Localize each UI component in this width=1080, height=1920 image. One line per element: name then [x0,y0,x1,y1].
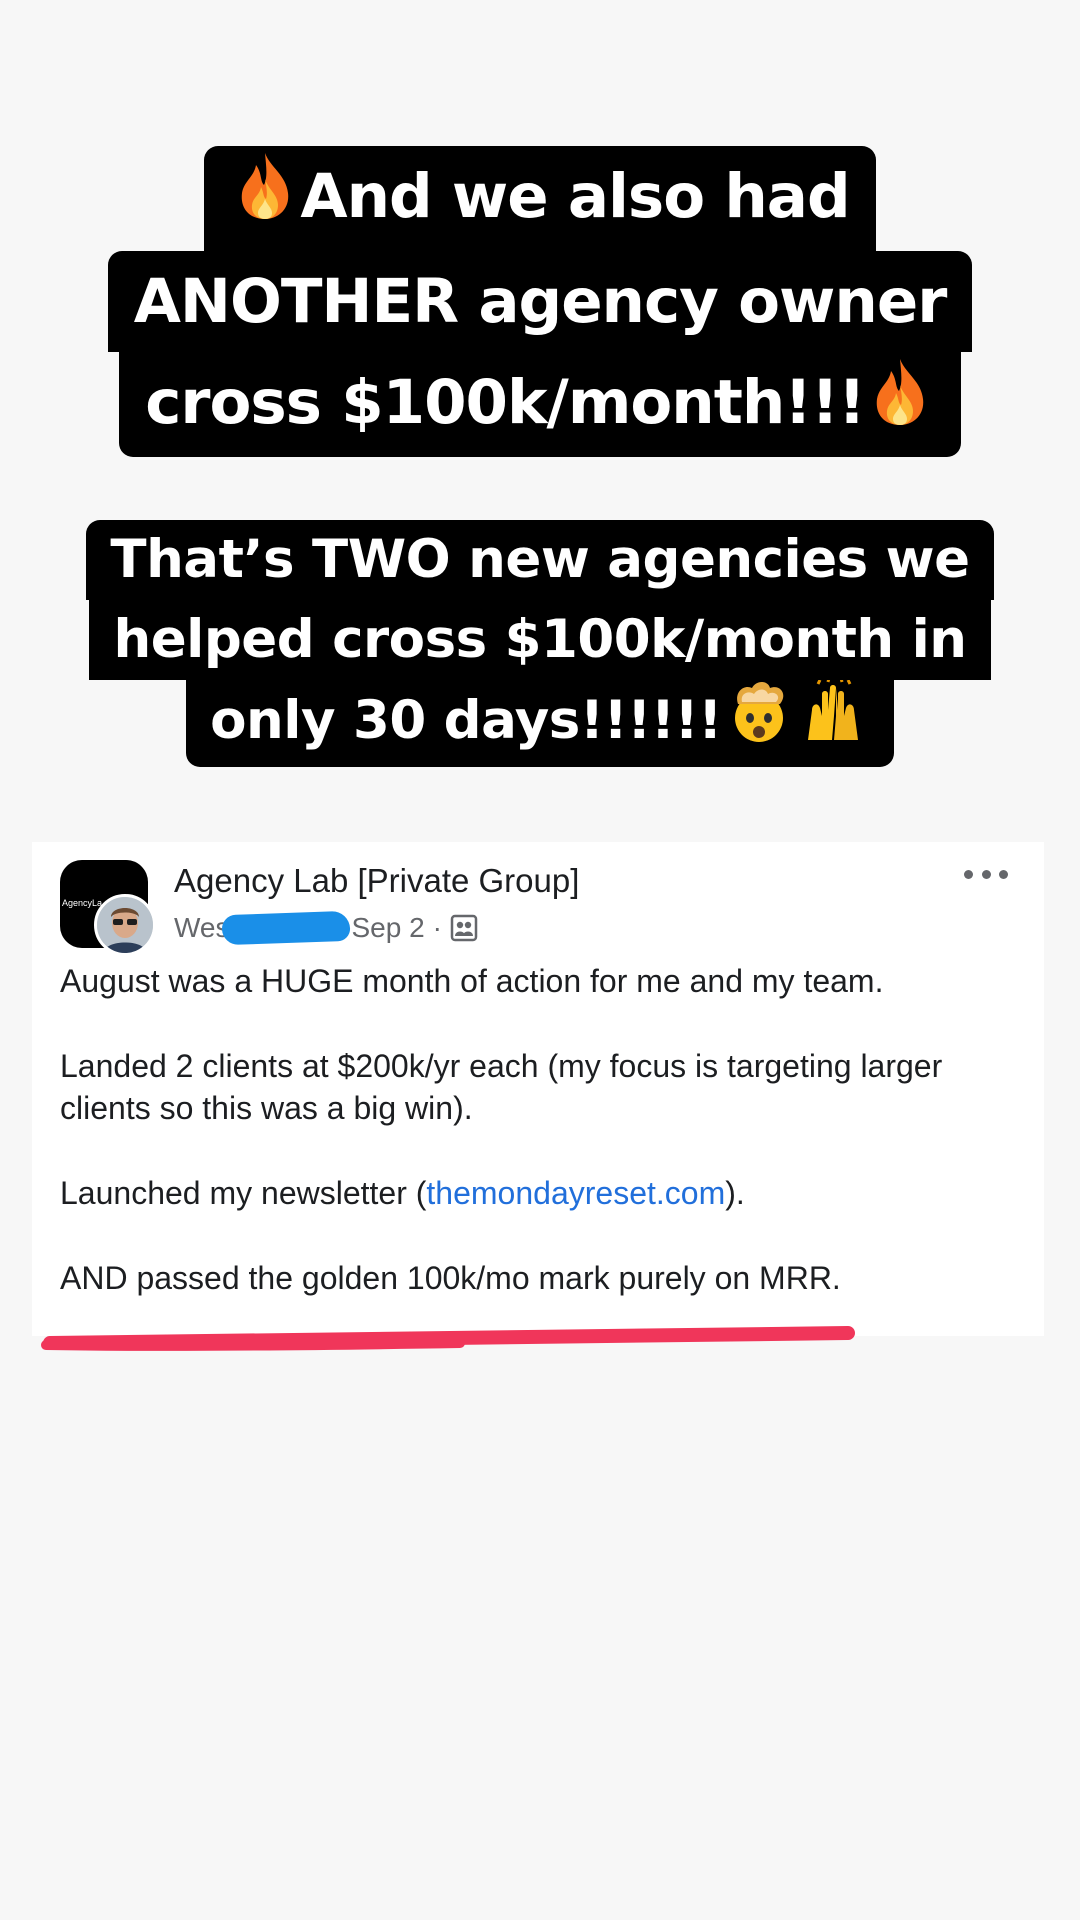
meta-separator: · [432,912,442,943]
caption-bottom-line-3: only 30 days!!!!!! [186,677,894,767]
caption-top-line-2: ANOTHER agency owner [107,250,973,352]
group-name-link[interactable]: Agency Lab [Private Group] [174,862,579,900]
fire-emoji-icon [236,150,294,251]
more-dot [964,869,973,879]
post-paragraph-3: Launched my newsletter (themondayreset.c… [60,1175,745,1211]
newsletter-link[interactable]: themondayreset.com [426,1175,725,1211]
more-dot [999,869,1008,879]
exploding-head-emoji-icon [728,680,790,767]
story-caption-bottom: That’s TWO new agencies we helped cross … [0,520,1080,767]
caption-top-line-1: And we also had [204,146,876,251]
story-caption-top: And we also had ANOTHER agency owner cro… [0,146,1080,457]
raised-hands-emoji-icon [802,677,864,767]
post-paragraph-4: AND passed the golden 100k/mo mark purel… [60,1260,841,1296]
post-paragraph-2: Landed 2 clients at $200k/yr each (my fo… [60,1048,943,1126]
post-meta: Wes Sep 2 · [174,908,478,948]
fire-emoji-icon [871,356,929,457]
post-card[interactable]: AgencyLa Agency Lab [Private Group] Wes … [32,842,1044,1336]
caption-top-line-3: cross $100k/month!!! [119,351,961,457]
group-privacy-icon [450,914,478,942]
more-options-icon[interactable] [964,862,1008,886]
caption-bottom-line-2: helped cross $100k/month in [89,600,991,680]
red-underline-stroke [41,1326,855,1351]
post-date-link[interactable]: Sep 2 [352,912,425,944]
more-dot [981,869,991,879]
caption-bottom-line-1: That’s TWO new agencies we [86,520,994,600]
user-photo-icon [97,897,153,953]
redaction-scribble [221,910,350,946]
group-avatar-label: AgencyLa [62,898,103,908]
user-avatar[interactable] [94,894,156,956]
post-paragraph-1: August was a HUGE month of action for me… [60,963,884,999]
post-body: August was a HUGE month of action for me… [60,960,1020,1342]
